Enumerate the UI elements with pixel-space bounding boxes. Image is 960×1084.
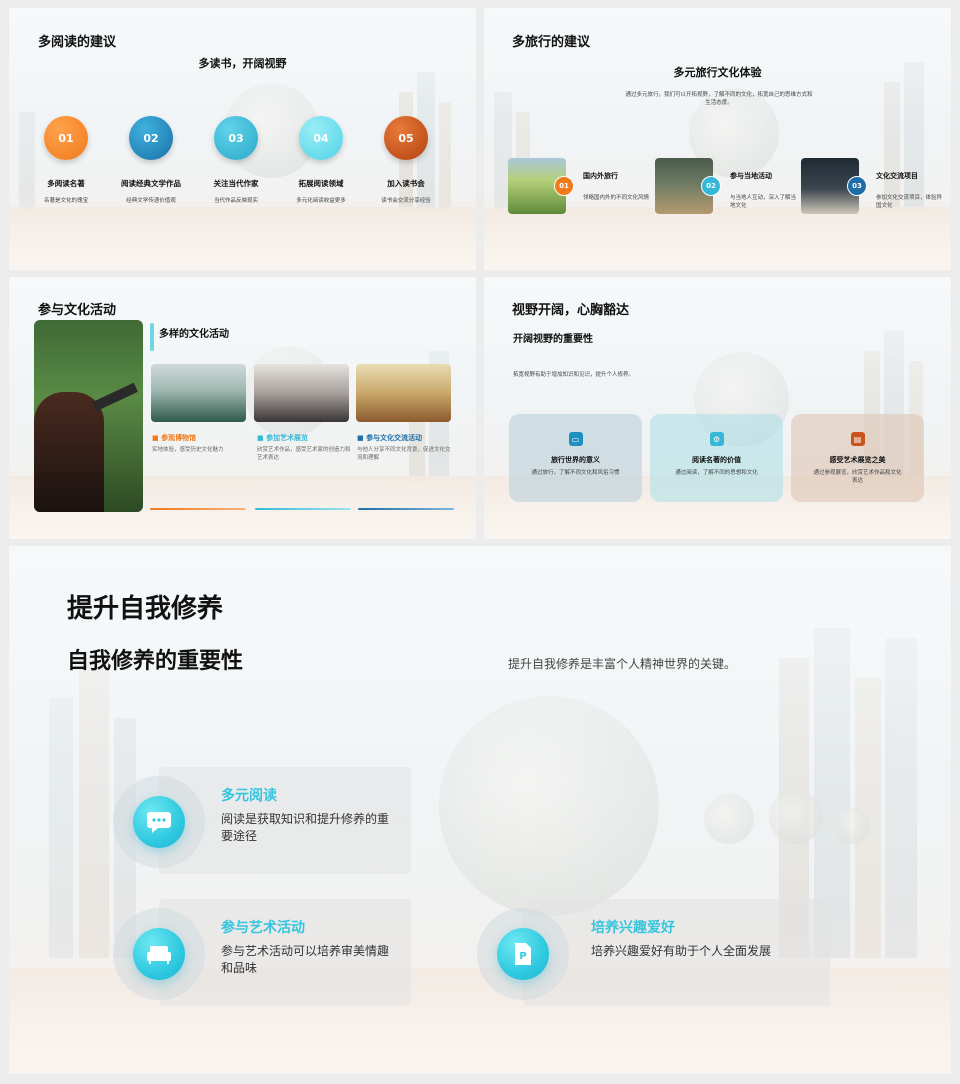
step-item: 01 多阅读名著 名著是文化的瑰宝 <box>21 116 111 204</box>
slide-title: 视野开阔，心胸豁达 <box>512 303 630 318</box>
classroom-photo <box>356 364 451 422</box>
activity-title: ■ 参观博物馆 <box>152 434 197 442</box>
step-number-badge: 01 <box>44 116 88 160</box>
slide-travel-suggestions[interactable]: 多旅行的建议 多元旅行文化体验 通过多元旅行，我们可以开拓视野，了解不同的文化，… <box>484 8 951 270</box>
slide-title: 多阅读的建议 <box>38 35 117 50</box>
step-title: 拓展阅读领域 <box>298 179 344 188</box>
card-title: 参与当地活动 <box>730 172 772 180</box>
slide-cultural-activities[interactable]: 参与文化活动 多样的文化活动 ■ 参观博物馆 实地体验，感受历史文化魅力 ■ 参… <box>9 277 476 539</box>
card-number-badge: 02 <box>701 176 721 196</box>
slide-intro: 拓宽视野有助于增加知识和见识，提升个人修养。 <box>513 372 635 378</box>
step-number-badge: 05 <box>384 116 428 160</box>
step-number-badge: 02 <box>129 116 173 160</box>
museum-photo <box>151 364 246 422</box>
slide-reading-suggestions[interactable]: 多阅读的建议 多读书，开阔视野 01 多阅读名著 名著是文化的瑰宝 02 阅读经… <box>9 8 476 270</box>
card-title: 文化交流项目 <box>876 172 918 180</box>
sofa-icon <box>133 928 185 980</box>
item-title: 多元阅读 <box>221 788 277 804</box>
slide-broad-horizons[interactable]: 视野开阔，心胸豁达 开阔视野的重要性 拓宽视野有助于增加知识和见识，提升个人修养… <box>484 277 951 539</box>
box-desc: 通过阅读，了解不同的思想和文化 <box>675 470 758 476</box>
book-icon: ▤ <box>850 432 865 446</box>
slide-title: 参与文化活动 <box>38 303 117 318</box>
value-box: ▤ 感受艺术展览之美 通过参观展览，欣赏艺术作品和文化表达 <box>791 414 924 502</box>
slide-subtitle: 多读书，开阔视野 <box>198 57 287 70</box>
box-desc: 通过旅行，了解不同文化和风俗习惯 <box>531 470 620 476</box>
activity-desc: 实地体验，感受历史文化魅力 <box>152 447 224 453</box>
step-number-badge: 03 <box>214 116 258 160</box>
accent-bar <box>150 323 154 351</box>
slide-note: 提升自我修养是丰富个人精神世界的关键。 <box>508 657 737 671</box>
card-desc: 参加文化交流项目，体验异国文化 <box>876 195 943 210</box>
underline-orange <box>150 508 246 510</box>
value-box: ⚙ 阅读名著的价值 通过阅读，了解不同的思想和文化 <box>650 414 783 502</box>
box-desc: 通过参观展览，欣赏艺术作品和文化表达 <box>813 470 902 485</box>
slide-subtitle: 开阔视野的重要性 <box>513 334 593 345</box>
slide-subtitle: 多样的文化活动 <box>159 329 229 340</box>
activity-desc: 与他人分享不同文化背景，促进文化交流和理解 <box>357 447 451 462</box>
step-number-badge: 04 <box>299 116 343 160</box>
slide-subtitle: 自我修养的重要性 <box>67 649 244 674</box>
step-item: 04 拓展阅读领域 多元化阅读收益更多 <box>276 116 366 204</box>
item-title: 参与艺术活动 <box>221 920 305 936</box>
travel-card: 02 参与当地活动 与当地人互动，深入了解当地文化 <box>655 158 800 218</box>
activity-title: ■ 参加艺术展览 <box>257 434 309 442</box>
step-item: 03 关注当代作家 当代作品反映现实 <box>191 116 281 204</box>
step-item: 05 加入读书会 读书会交流分享经验 <box>361 116 451 204</box>
box-title: 阅读名著的价值 <box>692 456 741 464</box>
slide-title: 多旅行的建议 <box>512 35 591 50</box>
step-title: 关注当代作家 <box>213 179 259 188</box>
step-title: 加入读书会 <box>387 179 425 188</box>
value-box: ▭ 旅行世界的意义 通过旅行，了解不同文化和风俗习惯 <box>509 414 642 502</box>
gear-icon: ⚙ <box>709 432 724 446</box>
box-title: 旅行世界的意义 <box>551 456 600 464</box>
underline-cyan <box>255 508 351 510</box>
slide-self-cultivation[interactable]: 提升自我修养 自我修养的重要性 提升自我修养是丰富个人精神世界的关键。 多元阅读… <box>9 546 951 1074</box>
card-number-badge: 03 <box>847 176 867 196</box>
item-desc: 阅读是获取知识和提升修养的重要途径 <box>221 812 390 844</box>
activity-title: ■ 参与文化交流活动 <box>357 434 423 442</box>
svg-text:P: P <box>519 951 526 962</box>
travel-card: 03 文化交流项目 参加文化交流项目，体验异国文化 <box>801 158 946 218</box>
art-exhibit-photo <box>254 364 349 422</box>
step-desc: 多元化阅读收益更多 <box>296 198 346 204</box>
step-desc: 读书会交流分享经验 <box>381 198 431 204</box>
underline-blue <box>358 508 454 510</box>
item-desc: 培养兴趣爱好有助于个人全面发展 <box>591 944 772 958</box>
document-icon: P <box>497 928 549 980</box>
slide-subtitle: 多元旅行文化体验 <box>673 66 762 79</box>
step-desc: 当代作品反映现实 <box>213 198 258 204</box>
icon-halo: P <box>477 908 569 1000</box>
card-desc: 领略国内外的不同文化风情 <box>583 195 650 201</box>
card-title: 国内外旅行 <box>583 172 618 180</box>
graduate-photo <box>34 320 143 512</box>
step-title: 多阅读名著 <box>47 179 85 188</box>
icon-halo <box>113 908 205 1000</box>
item-desc: 参与艺术活动可以培养审美情趣和品味 <box>221 944 390 976</box>
box-title: 感受艺术展览之美 <box>829 456 886 464</box>
step-item: 02 阅读经典文学作品 经典文学传递价值观 <box>106 116 196 204</box>
slide-intro: 通过多元旅行，我们可以开拓视野，了解不同的文化，拓宽自己的思维方式和生活态度。 <box>625 92 813 107</box>
item-title: 培养兴趣爱好 <box>591 920 675 936</box>
card-number-badge: 01 <box>554 176 574 196</box>
card-desc: 与当地人互动，深入了解当地文化 <box>730 195 797 210</box>
activity-desc: 欣赏艺术作品，感受艺术家的创造力和艺术表达 <box>257 447 351 462</box>
suitcase-icon: ▭ <box>568 432 583 446</box>
slide-title: 提升自我修养 <box>67 594 224 624</box>
icon-halo <box>113 776 205 868</box>
step-title: 阅读经典文学作品 <box>121 179 181 188</box>
travel-card: 01 国内外旅行 领略国内外的不同文化风情 <box>508 158 653 218</box>
step-desc: 经典文学传递价值观 <box>126 198 176 204</box>
chat-icon <box>133 796 185 848</box>
step-desc: 名著是文化的瑰宝 <box>43 198 88 204</box>
